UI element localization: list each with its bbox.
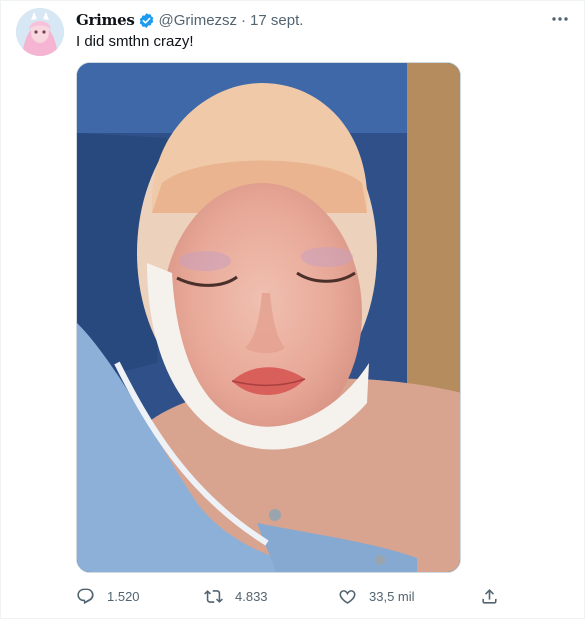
display-name[interactable]: Grimes <box>76 11 135 29</box>
verified-badge-icon <box>138 12 155 29</box>
like-button[interactable]: 33,5 mil <box>338 585 415 607</box>
tweet-photo[interactable] <box>76 62 461 573</box>
share-button[interactable] <box>480 585 511 607</box>
separator-dot: · <box>241 11 247 29</box>
retweet-count: 4.833 <box>235 588 268 604</box>
share-icon <box>482 588 497 604</box>
tweet-text: I did smthn crazy! <box>76 33 194 50</box>
heart-icon <box>339 589 356 604</box>
retweet-button[interactable]: 4.833 <box>204 585 268 607</box>
more-icon[interactable] <box>550 9 570 29</box>
tweet-date[interactable]: 17 sept. <box>250 12 303 29</box>
reply-count: 1.520 <box>107 588 140 604</box>
reply-icon <box>77 588 94 604</box>
tweet-header: Grimes @Grimezsz · 17 sept. <box>76 10 303 30</box>
avatar[interactable] <box>16 8 64 56</box>
action-bar: 1.520 4.833 33,5 mil <box>76 585 516 607</box>
tweet-card[interactable]: Grimes @Grimezsz · 17 sept. I did smthn … <box>0 0 585 619</box>
like-count: 33,5 mil <box>369 588 415 604</box>
user-handle[interactable]: @Grimezsz <box>158 12 237 29</box>
reply-button[interactable]: 1.520 <box>76 585 140 607</box>
retweet-icon <box>204 589 223 603</box>
